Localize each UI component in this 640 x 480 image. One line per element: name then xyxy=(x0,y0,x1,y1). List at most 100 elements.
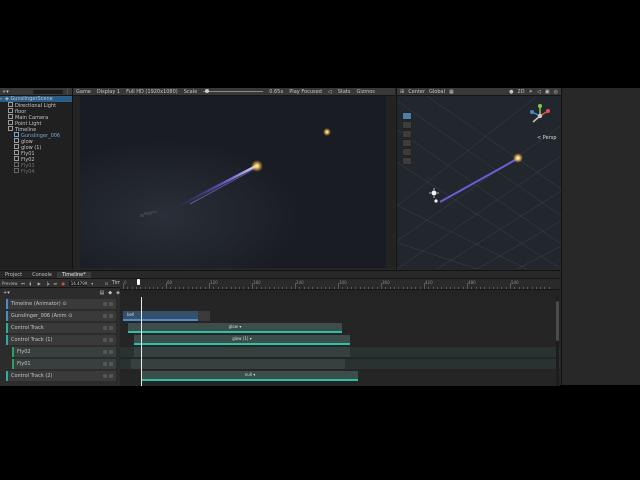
time-ruler[interactable]: 0 60 120 180 240 300 360 420 480 540 xyxy=(120,279,560,290)
add-icon[interactable] xyxy=(109,350,113,354)
display-dropdown[interactable]: Display 1 xyxy=(97,89,120,95)
lock-icon[interactable] xyxy=(109,326,113,330)
ruler-tick xyxy=(157,287,159,289)
game-view: Game Display 1 Full HD (1920x1080) Scale… xyxy=(73,88,395,269)
effects-icon[interactable]: ▣ xyxy=(545,89,550,95)
ruler-tick xyxy=(204,287,206,289)
hand-tool-icon[interactable] xyxy=(402,112,412,120)
stats-button[interactable]: Stats xyxy=(338,89,351,95)
filter-icon[interactable]: ▤ xyxy=(100,290,105,296)
control-clip[interactable]: glow (1) ▾ xyxy=(134,335,350,345)
persp-label[interactable]: < Persp xyxy=(537,135,557,141)
ruler-tick xyxy=(522,287,524,289)
scale-tool-icon[interactable] xyxy=(402,139,412,147)
prev-frame-icon[interactable]: ◂▏ xyxy=(29,281,34,286)
tab-console[interactable]: Console xyxy=(27,272,57,278)
asset-dropdown-icon[interactable]: ▾ xyxy=(90,281,95,286)
lock-icon[interactable] xyxy=(109,314,113,318)
grid-snap-icon[interactable]: ▦ xyxy=(449,89,454,95)
ruler-tick xyxy=(350,287,352,289)
add-icon[interactable] xyxy=(109,362,113,366)
transform-tool-icon[interactable] xyxy=(402,157,412,165)
ruler-label: 360 xyxy=(382,280,390,285)
space-dropdown[interactable]: Global xyxy=(429,89,445,95)
preview-button[interactable]: Preview xyxy=(2,281,18,286)
mute-icon[interactable] xyxy=(103,302,107,306)
record-icon[interactable]: ● xyxy=(61,281,66,286)
rotate-tool-icon[interactable] xyxy=(402,130,412,138)
track-row[interactable]: Control Track (1) xyxy=(6,335,116,345)
2d-toggle[interactable]: 2D xyxy=(518,89,525,95)
pivot-dropdown[interactable]: Center xyxy=(408,89,425,95)
ruler-tick xyxy=(402,287,404,289)
tab-timeline[interactable]: Timeline* xyxy=(56,272,91,278)
gizmos-dropdown[interactable]: Gizmos xyxy=(356,89,374,95)
subtrack-clip[interactable] xyxy=(131,359,345,369)
ruler-tick xyxy=(213,287,215,289)
last-frame-icon[interactable]: ⏭ xyxy=(53,281,58,286)
ruler-tick xyxy=(518,287,520,289)
slider-handle[interactable] xyxy=(205,89,210,93)
ruler-tick xyxy=(256,287,258,289)
track-row[interactable]: Fly02 xyxy=(12,347,116,357)
lock-icon[interactable] xyxy=(109,338,113,342)
mute-icon[interactable] xyxy=(103,326,107,330)
next-frame-icon[interactable]: ▕▸ xyxy=(45,281,50,286)
ruler-tick xyxy=(398,287,400,289)
resolution-dropdown[interactable]: Full HD (1920x1080) xyxy=(126,89,178,95)
ruler-tick xyxy=(415,287,417,289)
control-clip[interactable]: null ▾ xyxy=(142,371,358,381)
playhead-handle[interactable] xyxy=(137,279,140,285)
rect-tool-icon[interactable] xyxy=(402,148,412,156)
track-row[interactable]: Timeline (Animator) ⊙ xyxy=(6,299,116,309)
play-mode-dropdown[interactable]: Play Focused xyxy=(289,89,322,95)
ruler-tick xyxy=(127,287,129,289)
audio-icon[interactable]: ◁ xyxy=(537,89,541,95)
game-mode-dropdown[interactable]: Game xyxy=(76,89,91,95)
add-track-icon[interactable]: +▾ xyxy=(3,290,10,296)
track-row[interactable]: Control Track (2) xyxy=(6,371,116,381)
hierarchy-item[interactable]: Fly04 xyxy=(0,168,72,175)
markers-icon[interactable]: ◆ xyxy=(108,290,112,296)
track-row[interactable]: Gunslinger_006 (Anim ⊙ xyxy=(6,311,116,321)
animation-clip[interactable]: bell xyxy=(123,311,198,321)
ruler-tick xyxy=(282,287,284,289)
lock-icon[interactable] xyxy=(109,302,113,306)
mute-icon[interactable] xyxy=(103,338,107,342)
gameobject-icon xyxy=(14,156,19,161)
ruler-tick xyxy=(303,287,305,289)
lock-icon[interactable]: ◈ xyxy=(116,290,120,296)
ruler-label: 480 xyxy=(468,280,476,285)
ruler-label: 420 xyxy=(425,280,433,285)
mute-icon[interactable] xyxy=(103,374,107,378)
ruler-tick xyxy=(264,287,266,289)
track-row[interactable]: Fly01 xyxy=(12,359,116,369)
timeline-scrollbar[interactable] xyxy=(556,297,559,386)
ruler-tick xyxy=(170,287,172,289)
control-clip[interactable]: glow ▾ xyxy=(128,323,342,333)
lock-icon[interactable] xyxy=(109,374,113,378)
shading-icon[interactable]: ● xyxy=(509,89,513,95)
lighting-icon[interactable]: ☀ xyxy=(529,89,533,95)
mute-icon[interactable] xyxy=(103,350,107,354)
gizmos-icon[interactable]: ◎ xyxy=(554,89,558,95)
frame-field[interactable]: 14.4799 xyxy=(68,280,87,286)
tool-handle-icon[interactable]: ⊞ xyxy=(400,89,404,95)
scrollbar-thumb[interactable] xyxy=(556,301,559,341)
ruler-tick xyxy=(385,287,387,289)
scene-projectile-glow xyxy=(513,153,523,163)
more-icon[interactable]: ⋮ xyxy=(65,89,70,95)
mute-icon[interactable] xyxy=(103,362,107,366)
mute-icon[interactable] xyxy=(103,314,107,318)
scale-slider[interactable] xyxy=(203,89,264,93)
hierarchy-search-input[interactable] xyxy=(33,89,63,94)
mute-icon[interactable]: ◁ xyxy=(328,89,332,95)
tab-project[interactable]: Project xyxy=(0,272,27,278)
ruler-tick xyxy=(355,287,357,289)
track-row[interactable]: Control Track xyxy=(6,323,116,333)
first-frame-icon[interactable]: ⏮ xyxy=(21,281,26,286)
move-tool-icon[interactable] xyxy=(402,121,412,129)
subtrack-clip[interactable] xyxy=(134,347,350,357)
play-icon[interactable]: ▶ xyxy=(37,281,42,286)
add-icon[interactable]: +▾ xyxy=(2,89,9,95)
